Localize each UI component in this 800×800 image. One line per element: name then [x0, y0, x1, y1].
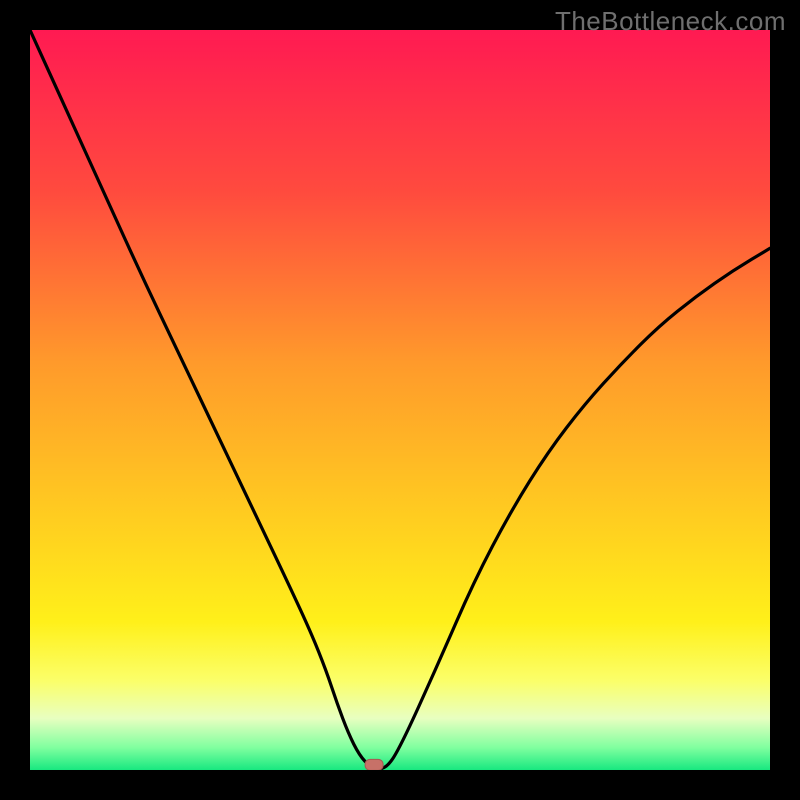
chart-svg: [30, 30, 770, 770]
optimal-point-marker: [365, 759, 383, 770]
gradient-background: [30, 30, 770, 770]
plot-area: [30, 30, 770, 770]
chart-frame: TheBottleneck.com: [0, 0, 800, 800]
watermark-text: TheBottleneck.com: [555, 6, 786, 37]
